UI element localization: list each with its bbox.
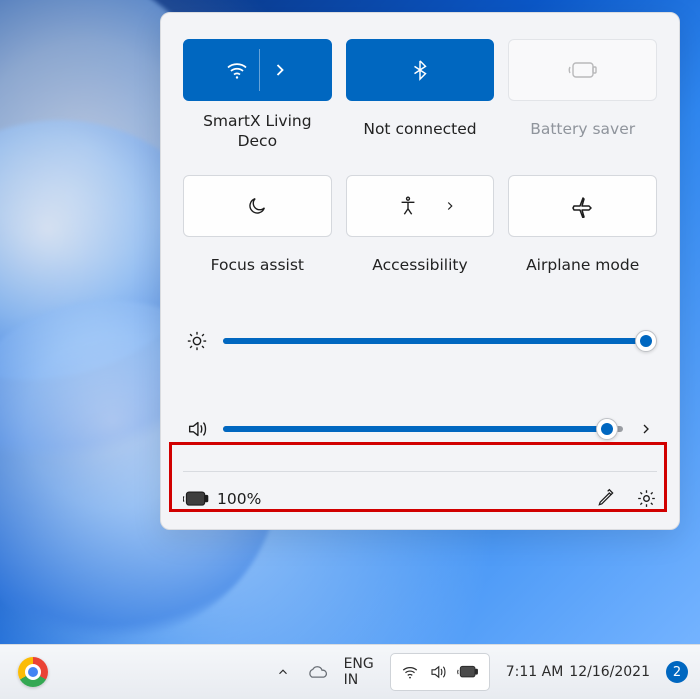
- taskbar-time: 7:11 AM: [506, 664, 564, 680]
- accessibility-tile[interactable]: [346, 175, 495, 237]
- wifi-tile-label: SmartX Living Deco: [183, 107, 332, 151]
- wifi-icon: [225, 58, 249, 82]
- battery-saver-icon: [568, 59, 598, 81]
- taskbar-date: 12/16/2021: [569, 664, 650, 680]
- moon-icon: [246, 195, 268, 217]
- brightness-slider[interactable]: [183, 317, 657, 365]
- focus-assist-tile[interactable]: [183, 175, 332, 237]
- volume-tray-icon: [429, 663, 447, 681]
- battery-saver-tile-label: Battery saver: [508, 107, 657, 151]
- wifi-tray-icon: [401, 663, 419, 681]
- bluetooth-icon: [409, 59, 431, 81]
- notification-badge[interactable]: 2: [666, 661, 688, 683]
- accessibility-icon: [397, 195, 419, 217]
- airplane-mode-tile[interactable]: [508, 175, 657, 237]
- chrome-app-icon[interactable]: [18, 657, 48, 687]
- settings-button[interactable]: [636, 488, 657, 509]
- accessibility-tile-label: Accessibility: [346, 243, 495, 287]
- volume-output-chevron[interactable]: [637, 421, 655, 437]
- system-tray[interactable]: [390, 653, 490, 691]
- edit-quick-settings-button[interactable]: [596, 488, 616, 509]
- chevron-right-icon: [270, 60, 290, 80]
- battery-charging-icon: [183, 490, 209, 508]
- battery-percent-label: 100%: [217, 490, 261, 508]
- chevron-right-icon: [443, 199, 457, 213]
- clock-button[interactable]: 7:11 AM 12/16/2021: [500, 660, 656, 684]
- volume-track[interactable]: [223, 426, 623, 432]
- quick-settings-panel: SmartX Living Deco Not connected Battery…: [160, 12, 680, 530]
- brightness-icon: [185, 330, 209, 352]
- volume-slider[interactable]: [183, 405, 657, 453]
- wifi-tile[interactable]: [183, 39, 332, 101]
- bluetooth-tile[interactable]: [346, 39, 495, 101]
- bluetooth-tile-label: Not connected: [346, 107, 495, 151]
- notification-count: 2: [673, 665, 681, 680]
- slider-thumb[interactable]: [596, 418, 618, 440]
- battery-saver-tile[interactable]: [508, 39, 657, 101]
- slider-thumb[interactable]: [635, 330, 657, 352]
- language-button[interactable]: ENG IN: [338, 652, 380, 692]
- battery-tray-icon: [457, 665, 479, 679]
- language-primary: ENG: [344, 656, 374, 672]
- volume-icon: [185, 418, 209, 440]
- focus-assist-tile-label: Focus assist: [183, 243, 332, 287]
- language-secondary: IN: [344, 672, 374, 688]
- taskbar: ENG IN: [0, 644, 700, 699]
- tray-overflow-button[interactable]: [270, 661, 296, 683]
- battery-status[interactable]: 100%: [183, 490, 261, 508]
- airplane-icon: [571, 194, 595, 218]
- airplane-mode-tile-label: Airplane mode: [508, 243, 657, 287]
- brightness-track[interactable]: [223, 338, 655, 344]
- onedrive-tray-icon[interactable]: [306, 664, 328, 680]
